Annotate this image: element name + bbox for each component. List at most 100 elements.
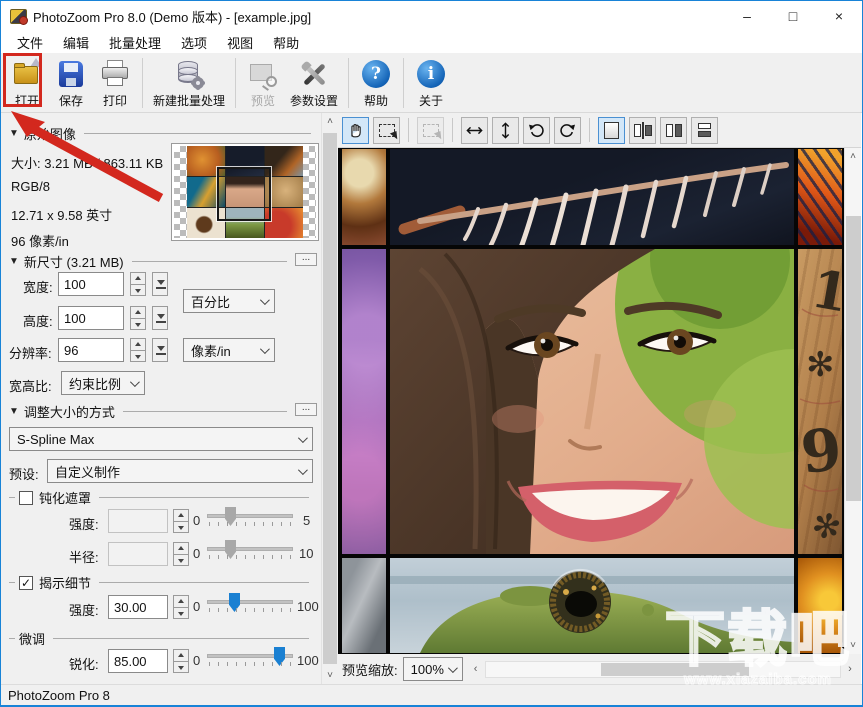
flip-horizontal-icon [465,121,484,140]
close-button[interactable]: × [816,1,862,31]
app-window: PhotoZoom Pro 8.0 (Demo 版本) - [example.j… [0,0,863,707]
settings-button[interactable]: 参数设置 [285,56,343,111]
maximize-button[interactable]: □ [770,1,816,31]
scroll-right-icon[interactable]: › [843,663,857,675]
reveal-detail-label: 揭示细节 [39,573,91,592]
unsharp-mask-checkbox[interactable] [19,491,33,505]
unsharp-radius-slider [207,540,293,560]
menu-options[interactable]: 选项 [175,31,213,54]
flip-horizontal-button[interactable] [461,117,488,144]
image-thumbnail[interactable] [171,143,319,241]
aspect-select[interactable]: 约束比例 [61,371,145,395]
save-floppy-icon [54,58,88,90]
preview-vscrollbar[interactable]: ˄ ˅ [844,148,861,654]
view-top-bottom-button[interactable] [691,117,718,144]
help-button[interactable]: ? 帮助 [354,56,398,111]
preview-toolbar-separator [452,118,453,142]
method-more-button[interactable]: ... [295,403,317,416]
reveal-strength-input[interactable] [108,595,168,619]
collapse-icon[interactable]: ▼ [9,256,19,267]
reveal-strength-stepper[interactable] [173,595,189,619]
chevron-down-icon [260,295,270,305]
panel-scrollbar-thumb[interactable] [323,133,337,664]
unsharp-radius-stepper [173,542,189,566]
sharpen-stepper[interactable] [173,649,189,673]
top-bottom-icon [698,123,711,137]
crop-icon [423,124,439,137]
preview-magnifier-icon [246,58,280,90]
settings-panel: ▼ 原始图像 大小: 3.21 MB / 863.11 KB RGB/8 12.… [1,113,321,684]
new-batch-button[interactable]: 新建批量处理 [148,56,230,111]
view-split-button[interactable] [629,117,656,144]
menu-batch[interactable]: 批量处理 [103,31,167,54]
menu-edit[interactable]: 编辑 [57,31,95,54]
annotation-highlight-box [3,53,42,107]
collapse-icon[interactable]: ▼ [9,406,19,417]
resolution-stepper[interactable] [130,338,146,362]
minimize-button[interactable]: – [724,1,770,31]
film-edge [303,146,316,238]
preview-toolbar-separator [408,118,409,142]
width-input[interactable] [58,272,124,296]
fine-tune-label: 微调 [19,629,45,648]
sharpen-input[interactable] [108,649,168,673]
panel-scrollbar[interactable]: ˄ ˅ [321,113,338,684]
hand-tool-button[interactable] [342,117,369,144]
single-view-icon [604,122,619,139]
preset-select[interactable]: 自定义制作 [47,459,313,483]
photo-tile-clock: 1 9 ✻ ✻ [798,249,842,554]
resolution-snap-button[interactable] [152,338,168,362]
scroll-up-icon[interactable]: ˄ [322,113,338,130]
menu-file[interactable]: 文件 [11,31,49,54]
rotate-ccw-button[interactable] [523,117,550,144]
scroll-down-icon[interactable]: ˅ [322,667,338,684]
collapse-icon[interactable]: ▼ [9,128,19,139]
photo-tile-face [390,249,794,554]
new-size-more-button[interactable]: ... [295,253,317,266]
about-button[interactable]: i 关于 [409,56,453,111]
marquee-tool-button[interactable] [373,117,400,144]
size-unit-select[interactable]: 百分比 [183,289,275,313]
algorithm-select[interactable]: S-Spline Max [9,427,313,451]
height-input[interactable] [58,306,124,330]
original-mode: RGB/8 [11,179,50,194]
rotate-cw-button[interactable] [554,117,581,144]
aspect-label: 宽高比: [9,376,52,395]
resolution-input[interactable] [58,338,124,362]
preview-toolbar [338,113,861,148]
height-stepper[interactable] [130,306,146,330]
toolbar-separator [142,58,143,108]
preview-viewport[interactable]: 1 9 ✻ ✻ ˄ ˅ [338,148,861,654]
menu-view[interactable]: 视图 [221,31,259,54]
photo-tile-wood [342,558,386,653]
scroll-down-icon[interactable]: ˅ [845,637,861,654]
film-edge [174,146,187,238]
width-stepper[interactable] [130,272,146,296]
height-snap-button[interactable] [152,306,168,330]
resolution-unit-select[interactable]: 像素/in [183,338,275,362]
batch-database-icon [172,58,206,90]
sharpen-slider[interactable] [207,647,293,667]
preview-zoom-select[interactable]: 100% [403,657,463,681]
scroll-up-icon[interactable]: ˄ [845,148,861,165]
width-label: 宽度: [23,277,53,296]
unsharp-strength-stepper [173,509,189,533]
reveal-detail-checkbox[interactable]: ✓ [19,576,33,590]
preview-region-selector[interactable] [217,167,271,221]
print-button[interactable]: 打印 [93,56,137,111]
preview-hscrollbar[interactable] [485,661,841,678]
menu-help[interactable]: 帮助 [267,31,305,54]
toolbar-separator [235,58,236,108]
reveal-strength-slider[interactable] [207,593,293,613]
preview-vscrollbar-thumb[interactable] [846,216,861,501]
view-single-button[interactable] [598,117,625,144]
tools-icon [297,58,331,90]
save-button[interactable]: 保存 [49,56,93,111]
unsharp-mask-label: 钝化遮罩 [39,488,91,507]
view-side-by-side-button[interactable] [660,117,687,144]
width-snap-button[interactable] [152,272,168,296]
scroll-left-icon[interactable]: ‹ [469,663,483,675]
preview-toolbar-separator [589,118,590,142]
flip-vertical-button[interactable] [492,117,519,144]
preview-hscrollbar-thumb[interactable] [601,663,749,676]
